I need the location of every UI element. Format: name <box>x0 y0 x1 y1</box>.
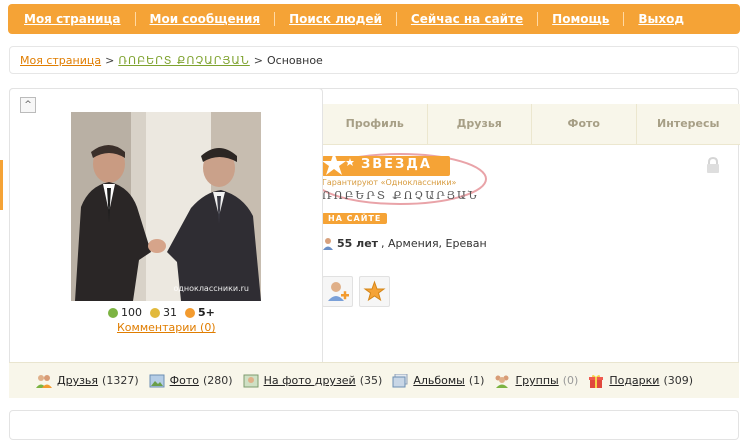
profile-sections-bar: Друзья (1327) Фото (280) На фото друзей … <box>9 362 739 398</box>
nav-online-now[interactable]: Сейчас на сайте <box>397 12 539 26</box>
breadcrumb-separator: > <box>105 53 115 67</box>
section-gifts: Подарки (309) <box>588 374 693 388</box>
smile-icon <box>150 307 160 318</box>
groups-icon <box>495 375 509 388</box>
profile-name: ՌՈԲԵՐՏ ՔՈՉԱՐՅԱՆ <box>322 189 479 202</box>
friends-photos-link[interactable]: На фото друзей <box>264 374 356 387</box>
friends-photos-count: (35) <box>359 374 383 387</box>
nav-search-people[interactable]: Поиск людей <box>275 12 397 26</box>
breadcrumb-user[interactable]: ՌՈԲԵՐՏ ՔՈՉԱՐՅԱՆ <box>118 54 249 67</box>
section-friends-photos: На фото друзей (35) <box>243 374 383 388</box>
gifts-count: (309) <box>663 374 694 387</box>
profile-location: , Армения, Ереван <box>381 237 487 250</box>
gifts-link[interactable]: Подарки <box>609 374 659 387</box>
stars-value: 5+ <box>198 306 215 319</box>
add-bookmark-button[interactable] <box>359 276 390 307</box>
smile-value: 31 <box>163 306 177 319</box>
tab-friends[interactable]: Друзья <box>428 104 532 144</box>
photo-icon <box>149 374 165 387</box>
gift-icon <box>589 374 604 388</box>
section-photos: Фото (280) <box>149 374 233 388</box>
photo-watermark: одноклассники.ru <box>173 284 249 293</box>
groups-link[interactable]: Группы <box>515 374 558 387</box>
rating-value: 100 <box>121 306 142 319</box>
breadcrumb-home[interactable]: Моя страница <box>20 54 101 67</box>
online-badge: НА САЙТЕ <box>322 213 388 224</box>
nav-messages[interactable]: Мои сообщения <box>136 12 276 26</box>
albums-link[interactable]: Альбомы <box>413 374 465 387</box>
tab-interests[interactable]: Интересы <box>637 104 741 144</box>
breadcrumb-separator: > <box>253 53 264 67</box>
tab-profile[interactable]: Профиль <box>323 104 428 144</box>
add-friend-button[interactable] <box>322 276 353 307</box>
nav-my-page[interactable]: Моя страница <box>8 12 136 26</box>
photos-count: (280) <box>202 374 233 387</box>
star-badge-subtitle: Гарантируют «Одноклассники» <box>322 178 457 187</box>
profile-age: 55 лет <box>337 237 379 250</box>
photo-image <box>71 112 261 301</box>
photos-link[interactable]: Фото <box>170 374 199 387</box>
albums-count: (1) <box>468 374 485 387</box>
groups-count: (0) <box>562 374 579 387</box>
star-badge-title: ЗВЕЗДА <box>361 157 432 172</box>
profile-tabs: Профиль Друзья Фото Интересы <box>323 104 740 145</box>
section-groups: Группы (0) <box>494 374 578 388</box>
photo-stats: 100 31 5+ <box>108 306 215 319</box>
top-navigation: Моя страница Мои сообщения Поиск людей С… <box>8 4 740 34</box>
lower-panel <box>9 410 739 440</box>
friends-photo-icon <box>243 374 259 387</box>
bookmark-star-icon <box>363 280 386 302</box>
friends-count: (1327) <box>102 374 139 387</box>
profile-info: 55 лет , Армения, Ереван <box>322 237 487 250</box>
rating-icon <box>108 307 118 318</box>
left-edge-marker <box>0 160 3 210</box>
tab-photos[interactable]: Фото <box>532 104 637 144</box>
comments-link[interactable]: Комментарии (0) <box>117 321 216 334</box>
nav-logout[interactable]: Выход <box>624 12 698 26</box>
star-icon <box>185 307 195 318</box>
add-friend-icon <box>328 282 349 301</box>
section-albums: Альбомы (1) <box>392 373 485 388</box>
albums-icon <box>392 373 408 387</box>
friends-link[interactable]: Друзья <box>57 374 98 387</box>
nav-help[interactable]: Помощь <box>538 12 625 26</box>
person-icon <box>323 238 333 250</box>
breadcrumb-current: Основное <box>267 53 323 67</box>
collapse-button[interactable]: ^ <box>20 97 36 113</box>
profile-photo[interactable]: одноклассники.ru <box>71 112 261 301</box>
friends-icon <box>36 374 52 388</box>
section-friends: Друзья (1327) <box>36 374 139 388</box>
lock-icon <box>707 157 719 173</box>
photo-card: ^ одноклассники.ru 100 31 5+ Комментарии… <box>9 88 323 362</box>
breadcrumb: Моя страница > ՌՈԲԵՐՏ ՔՈՉԱՐՅԱՆ > Основно… <box>9 46 739 74</box>
